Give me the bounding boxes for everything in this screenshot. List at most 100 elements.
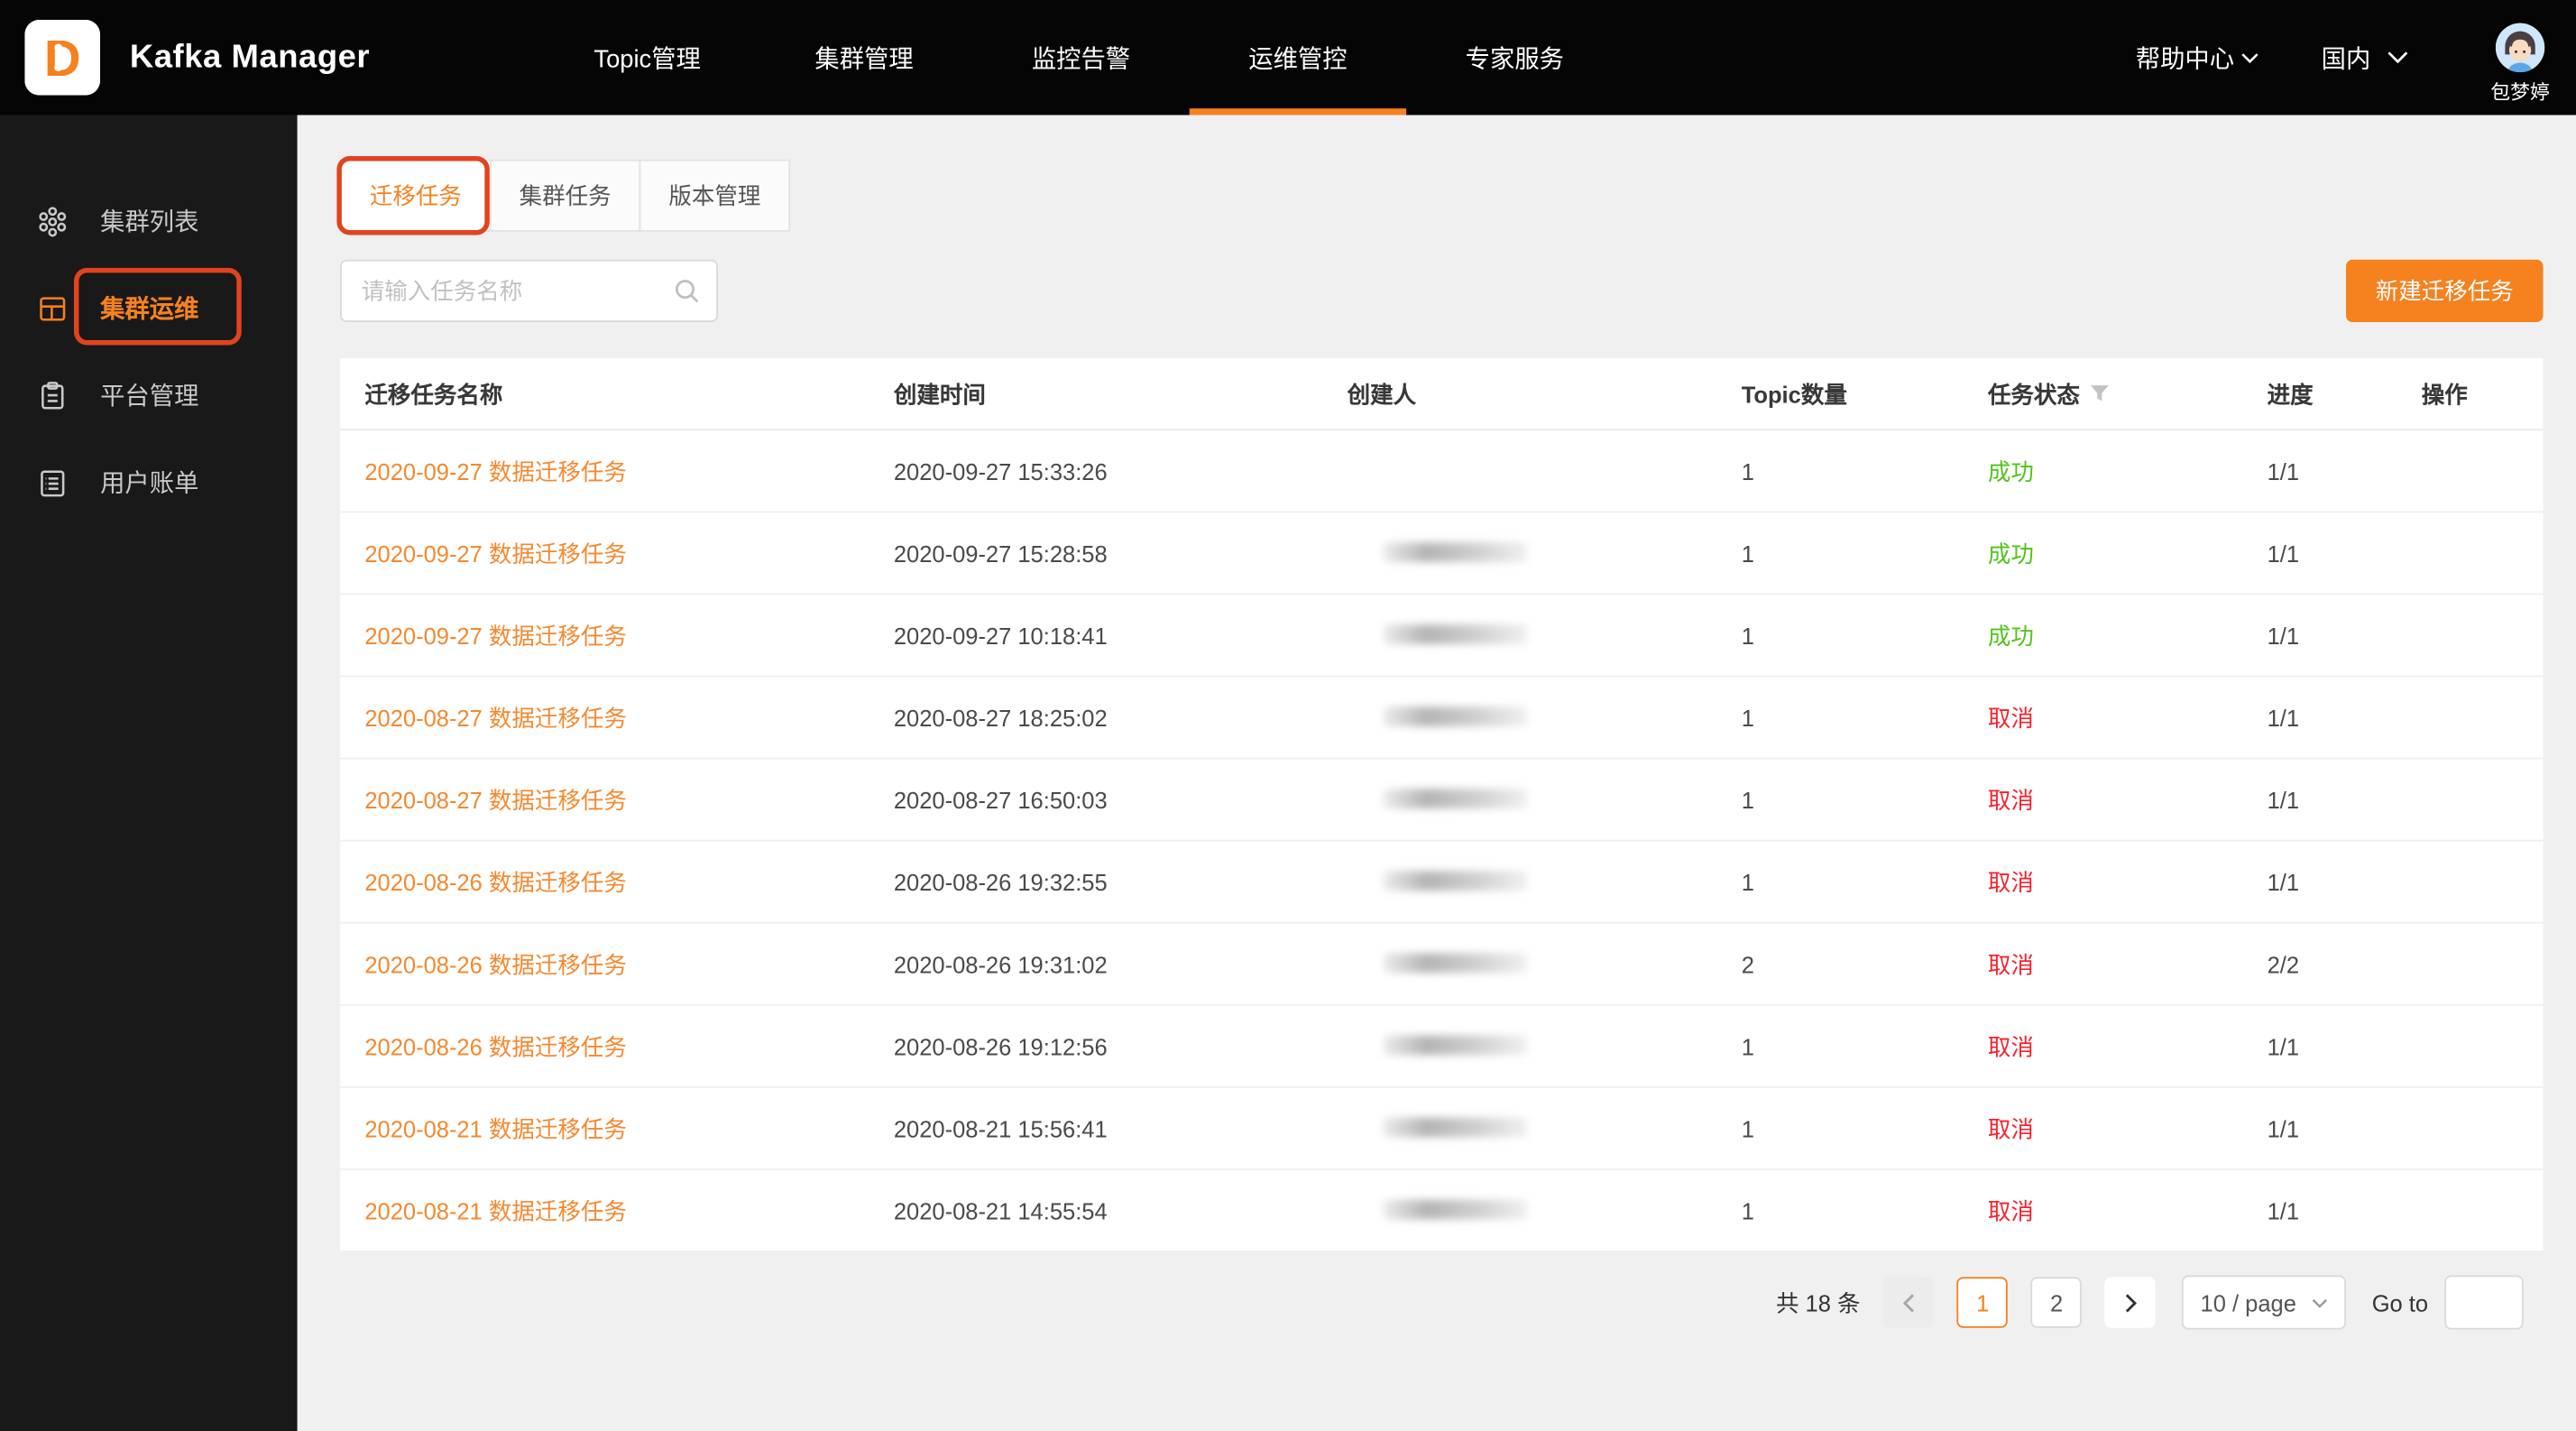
- creator-cell: [1322, 787, 1716, 813]
- user-menu[interactable]: 包梦婷: [2490, 23, 2550, 106]
- sidebar: 集群列表 集群运维 平台管理: [0, 115, 298, 1431]
- sidebar-item-cluster-list[interactable]: 集群列表: [0, 178, 298, 265]
- task-name-link[interactable]: 2020-08-27 数据迁移任务: [364, 787, 627, 813]
- help-center-menu[interactable]: 帮助中心: [2136, 41, 2259, 75]
- task-name-link[interactable]: 2020-09-27 数据迁移任务: [364, 622, 627, 648]
- nav-expert-service[interactable]: 专家服务: [1406, 0, 1623, 115]
- cluster-list-icon: [36, 205, 69, 237]
- nav-ops-control[interactable]: 运维管控: [1190, 0, 1406, 115]
- col-created-time: 创建时间: [869, 377, 1323, 410]
- status-text: 成功: [1964, 619, 2243, 651]
- chevron-left-icon: [1902, 1293, 1916, 1313]
- topic-count: 2: [1716, 951, 1963, 977]
- page-button-2[interactable]: 2: [2031, 1277, 2082, 1327]
- progress-text: 1/1: [2242, 622, 2397, 648]
- task-name-link[interactable]: 2020-09-27 数据迁移任务: [364, 457, 627, 484]
- table-row: 2020-09-27 数据迁移任务 2020-09-27 10:18:41 1 …: [340, 595, 2544, 677]
- status-text: 取消: [1964, 1194, 2243, 1226]
- sidebar-item-label: 集群列表: [100, 204, 198, 238]
- status-text: 取消: [1964, 947, 2243, 980]
- progress-text: 1/1: [2242, 540, 2397, 566]
- tab-cluster-tasks[interactable]: 集群任务: [490, 160, 641, 232]
- table-row: 2020-08-27 数据迁移任务 2020-08-27 18:25:02 1 …: [340, 677, 2544, 759]
- tab-migration-tasks[interactable]: 迁移任务: [340, 160, 492, 232]
- region-label: 国内: [2322, 41, 2371, 75]
- task-name-link[interactable]: 2020-08-21 数据迁移任务: [364, 1197, 627, 1223]
- col-task-status-label: 任务状态: [1988, 377, 2080, 410]
- task-name-link[interactable]: 2020-08-21 数据迁移任务: [364, 1115, 627, 1141]
- topic-count: 1: [1716, 1115, 1963, 1141]
- page-button-1[interactable]: 1: [1957, 1277, 2008, 1327]
- created-time: 2020-08-26 19:32:55: [869, 869, 1323, 895]
- prev-page-button[interactable]: [1883, 1277, 1934, 1327]
- chevron-down-icon: [2387, 51, 2409, 64]
- page-size-label: 10 / page: [2201, 1289, 2296, 1316]
- status-text: 取消: [1964, 783, 2243, 816]
- progress-text: 2/2: [2242, 951, 2397, 977]
- status-text: 成功: [1964, 455, 2243, 487]
- topic-count: 1: [1716, 869, 1963, 895]
- task-name-link[interactable]: 2020-09-27 数据迁移任务: [364, 540, 627, 566]
- table-row: 2020-08-21 数据迁移任务 2020-08-21 15:56:41 1 …: [340, 1088, 2544, 1170]
- sidebar-item-platform-manage[interactable]: 平台管理: [0, 352, 298, 439]
- creator-cell: [1322, 540, 1716, 566]
- platform-manage-icon: [36, 379, 69, 411]
- progress-text: 1/1: [2242, 704, 2397, 730]
- creator-blurred-text: [1384, 623, 1528, 643]
- progress-text: 1/1: [2242, 457, 2397, 484]
- filter-icon[interactable]: [2090, 384, 2110, 402]
- sidebar-item-label: 集群运维: [100, 291, 198, 325]
- create-migration-task-button[interactable]: 新建迁移任务: [2346, 260, 2544, 322]
- created-time: 2020-09-27 10:18:41: [869, 622, 1323, 648]
- task-name-link[interactable]: 2020-08-27 数据迁移任务: [364, 704, 627, 730]
- tab-version-manage[interactable]: 版本管理: [639, 160, 791, 232]
- search-icon[interactable]: [674, 278, 700, 304]
- progress-text: 1/1: [2242, 787, 2397, 813]
- creator-cell: [1322, 951, 1716, 977]
- progress-text: 1/1: [2242, 1033, 2397, 1059]
- task-name-link[interactable]: 2020-08-26 数据迁移任务: [364, 951, 627, 977]
- chevron-down-icon: [2240, 51, 2259, 63]
- creator-cell: [1322, 622, 1716, 648]
- created-time: 2020-08-21 15:56:41: [869, 1115, 1323, 1141]
- user-billing-icon: [36, 466, 69, 498]
- task-name-link[interactable]: 2020-08-26 数据迁移任务: [364, 869, 627, 895]
- topic-count: 1: [1716, 1033, 1963, 1059]
- creator-blurred-text: [1384, 1035, 1528, 1055]
- col-task-name: 迁移任务名称: [340, 377, 869, 410]
- creator-blurred-text: [1384, 1199, 1528, 1219]
- search-input[interactable]: [340, 260, 718, 322]
- goto-page-input[interactable]: [2444, 1275, 2523, 1329]
- table-row: 2020-08-26 数据迁移任务 2020-08-26 19:12:56 1 …: [340, 1006, 2544, 1088]
- topic-count: 1: [1716, 457, 1963, 484]
- creator-blurred-text: [1384, 706, 1528, 725]
- topic-count: 1: [1716, 622, 1963, 648]
- nav-cluster-manage[interactable]: 集群管理: [756, 0, 972, 115]
- task-name-link[interactable]: 2020-08-26 数据迁移任务: [364, 1033, 627, 1059]
- search-box: [340, 260, 718, 322]
- pagination: 共 18 条 1 2 10 / page Go to: [1776, 1275, 2524, 1329]
- table-row: 2020-09-27 数据迁移任务 2020-09-27 15:28:58 1 …: [340, 512, 2544, 595]
- kafka-manager-app: D Kafka Manager Topic管理 集群管理 监控告警 运维管控 专…: [0, 0, 2576, 1431]
- nav-topic-manage[interactable]: Topic管理: [538, 0, 755, 115]
- sidebar-item-cluster-ops[interactable]: 集群运维: [0, 264, 298, 352]
- app-logo-icon: D: [24, 20, 100, 96]
- sidebar-item-label: 用户账单: [100, 465, 198, 499]
- creator-cell: [1322, 869, 1716, 895]
- region-selector[interactable]: 国内: [2322, 41, 2409, 75]
- toolbar: 新建迁移任务: [340, 260, 2544, 322]
- main-content: 迁移任务 集群任务 版本管理 新建迁移任务 迁移任务名称 创建时间 创建人 To…: [298, 115, 2576, 1431]
- sidebar-item-user-billing[interactable]: 用户账单: [0, 439, 298, 526]
- header-right: 帮助中心 国内: [2136, 0, 2550, 115]
- topic-count: 1: [1716, 1197, 1963, 1223]
- nav-monitor-alert[interactable]: 监控告警: [972, 0, 1189, 115]
- creator-cell: [1322, 704, 1716, 730]
- progress-text: 1/1: [2242, 1197, 2397, 1223]
- topic-count: 1: [1716, 704, 1963, 730]
- created-time: 2020-09-27 15:33:26: [869, 457, 1323, 484]
- next-page-button[interactable]: [2105, 1277, 2156, 1327]
- cluster-ops-icon: [36, 291, 69, 324]
- app-title: Kafka Manager: [130, 39, 370, 77]
- creator-blurred-text: [1384, 541, 1528, 561]
- page-size-select[interactable]: 10 / page: [2183, 1275, 2346, 1329]
